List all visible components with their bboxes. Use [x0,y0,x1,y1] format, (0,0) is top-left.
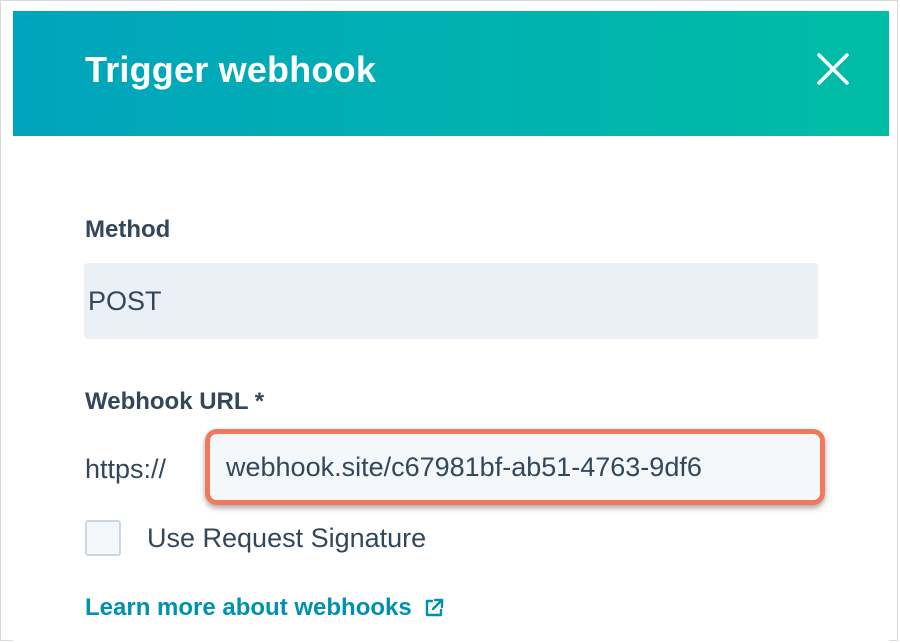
close-icon [817,53,849,85]
request-signature-row[interactable]: Use Request Signature [85,520,426,556]
external-link-icon [425,598,443,617]
panel-body: Method POST Webhook URL * https:// Use R… [13,136,889,642]
request-signature-label: Use Request Signature [147,522,427,553]
screenshot-frame: Trigger webhook Method POST Webhook URL … [0,0,898,642]
panel-header: Trigger webhook [13,11,889,136]
learn-more-label: Learn more about webhooks [85,594,412,621]
close-button[interactable] [809,45,861,97]
webhook-url-input[interactable] [210,434,820,500]
learn-more-link[interactable]: Learn more about webhooks [85,594,446,622]
method-value: POST [88,285,162,316]
trigger-webhook-panel: Trigger webhook Method POST Webhook URL … [13,11,889,642]
webhook-url-highlight [205,429,825,505]
method-field[interactable]: POST [84,263,818,339]
webhook-url-prefix: https:// [85,454,167,484]
request-signature-checkbox[interactable] [85,520,121,556]
panel-title: Trigger webhook [85,49,377,90]
method-label: Method [85,216,171,243]
webhook-url-label: Webhook URL * [85,388,265,415]
